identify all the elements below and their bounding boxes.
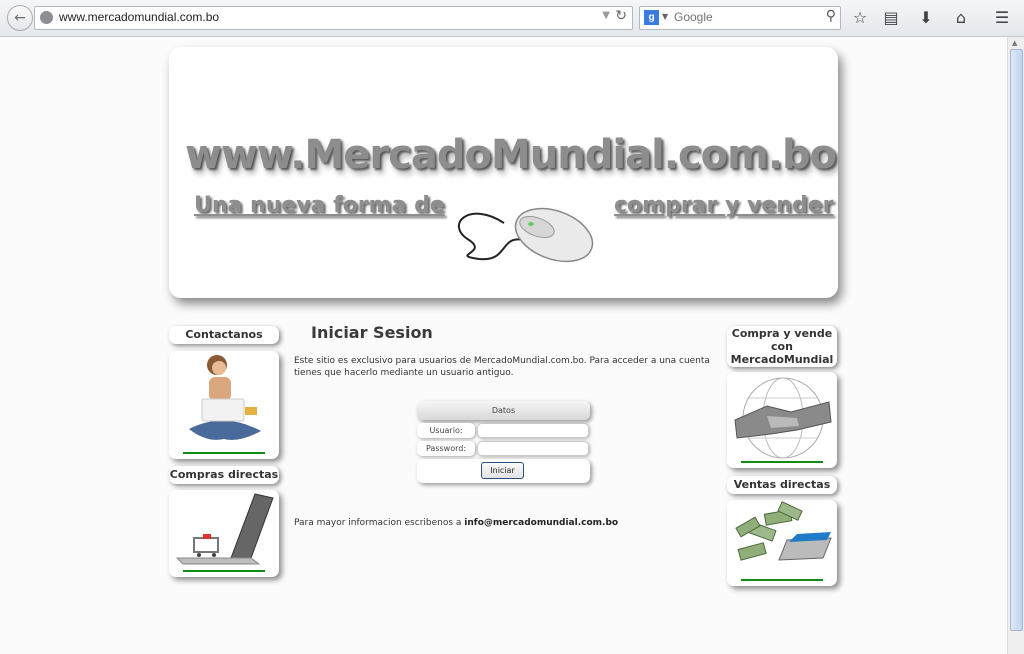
- login-button-row: Iniciar: [417, 459, 590, 483]
- reading-list-icon[interactable]: ▤: [880, 7, 902, 29]
- buy-sell-label-line2: con: [771, 340, 793, 353]
- divider-line: [183, 570, 265, 572]
- contact-box[interactable]: [169, 351, 279, 459]
- divider-line: [183, 452, 265, 454]
- direct-purchases-label[interactable]: Compras directas: [169, 466, 279, 484]
- username-input[interactable]: [477, 423, 589, 438]
- search-icon[interactable]: ⚲: [826, 8, 836, 24]
- direct-sales-box[interactable]: [727, 500, 837, 586]
- contact-label[interactable]: Contactanos: [169, 326, 279, 344]
- search-input[interactable]: [674, 9, 814, 25]
- banner-slogan-right: comprar y vender: [614, 193, 834, 218]
- contact-email-link[interactable]: info@mercadomundial.com.bo: [464, 518, 618, 528]
- login-form-header: Datos: [417, 401, 590, 420]
- history-dropdown-icon[interactable]: ▼: [602, 10, 610, 21]
- back-arrow-icon: ←: [14, 10, 26, 26]
- search-engine-dropdown-icon[interactable]: ▼: [662, 12, 668, 21]
- contact-info-text: Para mayor informacion escribenos a: [294, 518, 462, 528]
- username-label: Usuario:: [417, 423, 475, 438]
- back-button[interactable]: ←: [7, 5, 33, 31]
- browser-toolbar: ← www.mercadomundial.com.bo ▼ ↻ g ▼ ⚲ ☆ …: [0, 0, 1024, 37]
- site-banner: www.MercadoMundial.com.bo Una nueva form…: [169, 47, 838, 298]
- google-icon[interactable]: g: [644, 10, 659, 25]
- vertical-scrollbar[interactable]: ▲: [1007, 37, 1024, 654]
- buy-sell-box[interactable]: [727, 372, 837, 468]
- direct-sales-label[interactable]: Ventas directas: [727, 476, 837, 494]
- divider-line: [741, 579, 823, 581]
- laptop-shopping-cart-image: [175, 493, 274, 565]
- url-text[interactable]: www.mercadomundial.com.bo: [59, 10, 219, 24]
- handshake-globe-image: [734, 377, 832, 459]
- address-bar[interactable]: www.mercadomundial.com.bo ▼ ↻: [34, 6, 633, 30]
- banner-site-name: www.MercadoMundial.com.bo: [185, 132, 837, 178]
- mouse-icon: [457, 207, 594, 263]
- download-icon[interactable]: ⬇: [915, 7, 937, 29]
- scrollbar-thumb[interactable]: [1010, 49, 1023, 631]
- money-from-laptop-image: [735, 501, 832, 561]
- direct-purchases-box[interactable]: [169, 490, 279, 577]
- page-title: Iniciar Sesion: [311, 323, 433, 342]
- star-icon[interactable]: ☆: [849, 7, 871, 29]
- woman-with-laptop-image: [189, 355, 261, 440]
- password-label: Password:: [417, 441, 475, 456]
- divider-line: [741, 461, 823, 463]
- password-input[interactable]: [477, 441, 589, 456]
- scroll-up-icon[interactable]: ▲: [1012, 39, 1017, 47]
- menu-icon[interactable]: ☰: [991, 7, 1013, 29]
- buy-sell-label[interactable]: Compra y vende con MercadoMundial: [727, 326, 837, 367]
- home-icon[interactable]: ⌂: [950, 7, 972, 29]
- search-bar[interactable]: g ▼ ⚲: [639, 6, 841, 30]
- buy-sell-label-line1: Compra y vende: [731, 327, 833, 340]
- login-button[interactable]: Iniciar: [481, 462, 524, 479]
- intro-text: Este sitio es exclusivo para usuarios de…: [294, 356, 710, 378]
- banner-slogan-left: Una nueva forma de: [194, 193, 445, 218]
- contact-info: Para mayor informacion escribenos a info…: [294, 518, 618, 528]
- globe-icon: [40, 11, 53, 24]
- buy-sell-label-line3: MercadoMundial: [730, 353, 834, 366]
- reload-icon[interactable]: ↻: [615, 8, 627, 24]
- login-form: Datos Usuario: Password: Iniciar: [417, 401, 590, 483]
